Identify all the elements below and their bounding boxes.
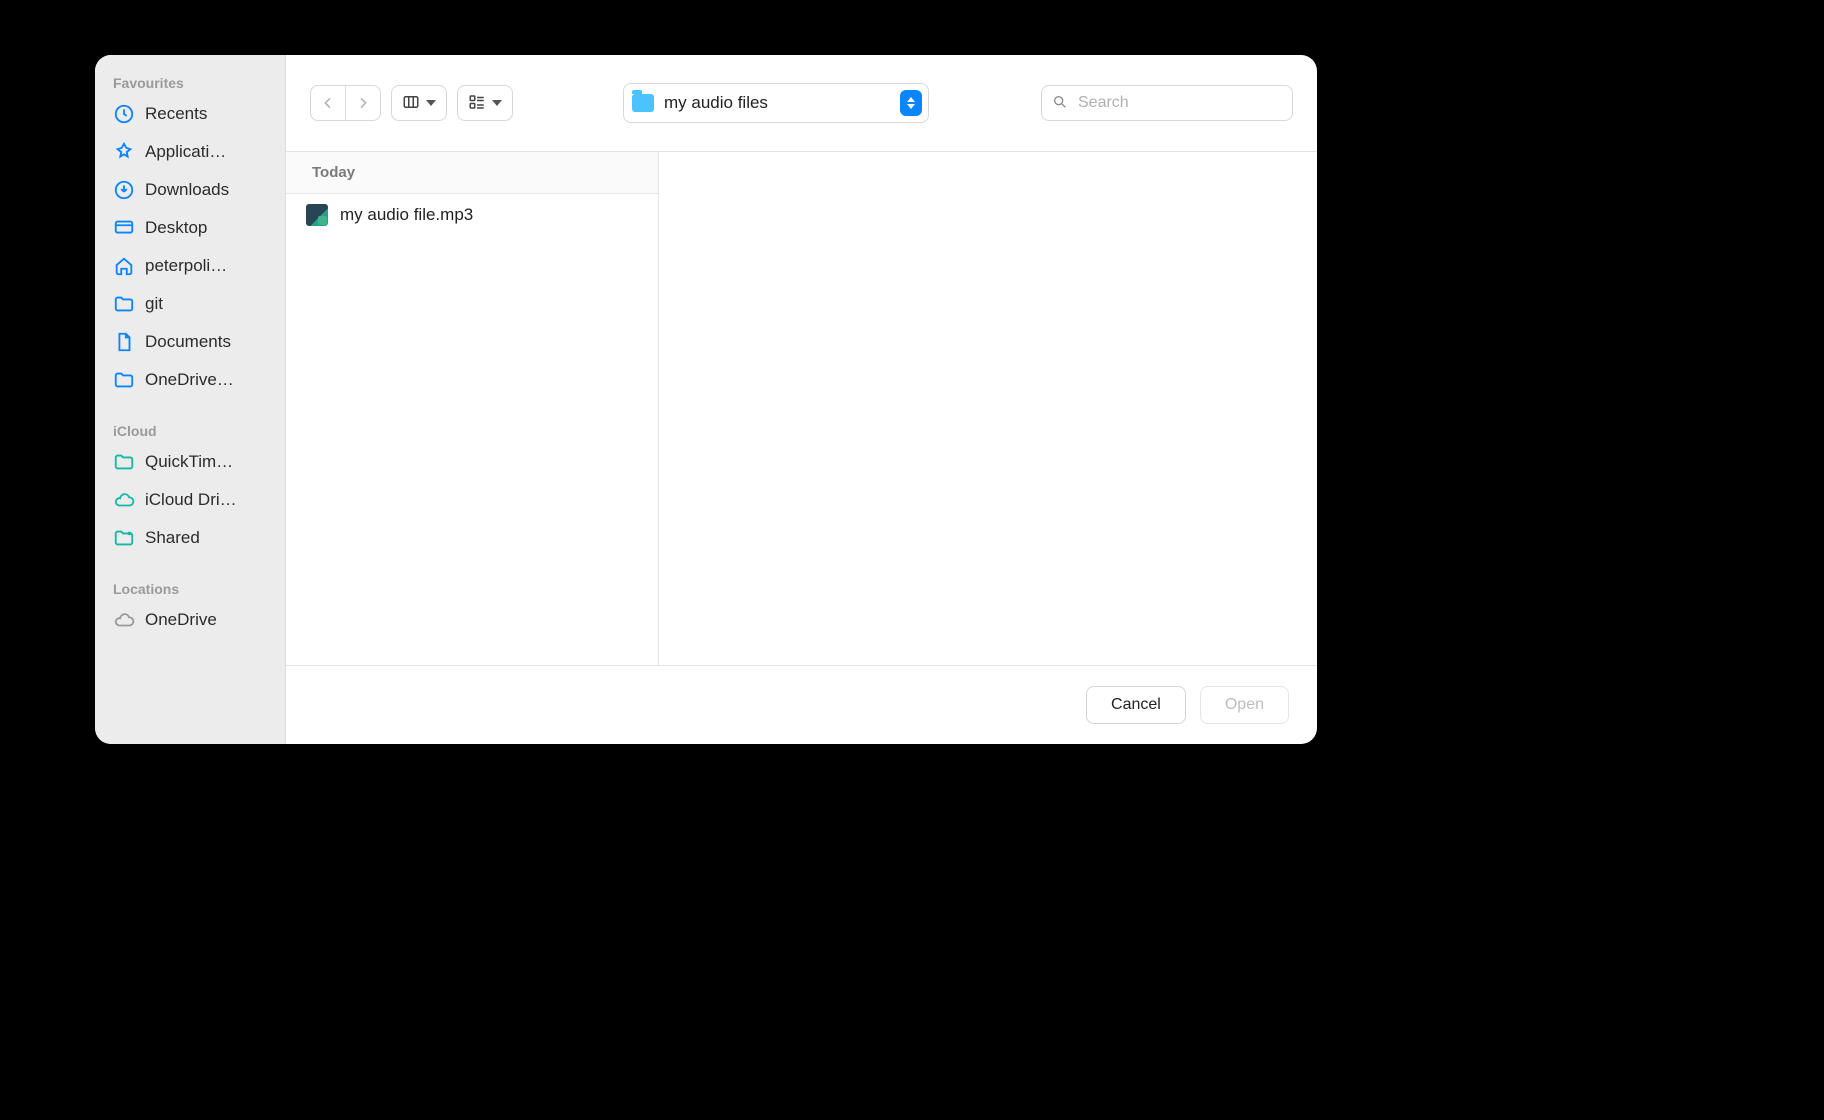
cloud-icon (113, 489, 135, 511)
sidebar-item-quicktime[interactable]: QuickTim… (95, 443, 285, 481)
toolbar: my audio files (286, 55, 1317, 152)
sidebar-item-label: git (145, 294, 163, 314)
sidebar-item-git[interactable]: git (95, 285, 285, 323)
folder-icon (632, 94, 654, 112)
sidebar-item-label: OneDrive (145, 610, 217, 630)
sidebar-item-documents[interactable]: Documents (95, 323, 285, 361)
search-icon (1052, 94, 1068, 113)
shared-folder-icon (113, 527, 135, 549)
download-icon (113, 179, 135, 201)
path-stepper-icon (900, 90, 922, 116)
dialog-footer: Cancel Open (286, 666, 1317, 744)
sidebar-item-label: OneDrive… (145, 370, 234, 390)
current-folder-label: my audio files (664, 93, 890, 113)
sidebar-item-desktop[interactable]: Desktop (95, 209, 285, 247)
search-field[interactable] (1041, 85, 1293, 121)
sidebar-item-label: Recents (145, 104, 207, 124)
column-group-header: Today (286, 152, 658, 194)
back-button[interactable] (311, 86, 345, 120)
cancel-button[interactable]: Cancel (1086, 686, 1186, 724)
file-name: my audio file.mp3 (340, 205, 473, 225)
sidebar-item-onedrive-location[interactable]: OneDrive (95, 601, 285, 639)
sidebar-item-downloads[interactable]: Downloads (95, 171, 285, 209)
sidebar-item-label: Desktop (145, 218, 207, 238)
sidebar-item-label: Applicati… (145, 142, 226, 162)
forward-button[interactable] (345, 86, 380, 120)
sidebar-item-applications[interactable]: Applicati… (95, 133, 285, 171)
group-icon (468, 93, 486, 114)
column-view: Today my audio file.mp3 (286, 152, 1317, 666)
cancel-button-label: Cancel (1111, 696, 1161, 714)
cloud-icon (113, 609, 135, 631)
preview-column (659, 152, 1317, 665)
file-row[interactable]: my audio file.mp3 (286, 194, 658, 236)
sidebar-item-label: QuickTim… (145, 452, 233, 472)
folder-icon (113, 293, 135, 315)
sidebar-item-onedrive-folder[interactable]: OneDrive… (95, 361, 285, 399)
sidebar-item-label: peterpoli… (145, 256, 227, 276)
file-open-dialog: Favourites Recents Applicati… Downloads … (95, 55, 1317, 744)
apps-icon (113, 141, 135, 163)
sidebar: Favourites Recents Applicati… Downloads … (95, 55, 286, 744)
sidebar-section-icloud: iCloud (95, 417, 285, 443)
view-columns-button[interactable] (391, 85, 447, 121)
open-button: Open (1200, 686, 1289, 724)
clock-icon (113, 103, 135, 125)
group-by-button[interactable] (457, 85, 513, 121)
sidebar-section-locations: Locations (95, 575, 285, 601)
audio-file-icon (306, 204, 328, 226)
sidebar-item-label: Shared (145, 528, 200, 548)
sidebar-item-label: iCloud Dri… (145, 490, 237, 510)
file-column: Today my audio file.mp3 (286, 152, 659, 665)
document-icon (113, 331, 135, 353)
search-input[interactable] (1076, 93, 1282, 113)
folder-icon (113, 451, 135, 473)
main-area: my audio files Today my audio file.mp3 (286, 55, 1317, 744)
open-button-label: Open (1225, 696, 1264, 714)
folder-path-dropdown[interactable]: my audio files (623, 83, 929, 123)
sidebar-item-label: Documents (145, 332, 231, 352)
columns-icon (402, 93, 420, 114)
folder-icon (113, 369, 135, 391)
sidebar-item-label: Downloads (145, 180, 229, 200)
sidebar-item-shared[interactable]: Shared (95, 519, 285, 557)
sidebar-item-home[interactable]: peterpoli… (95, 247, 285, 285)
sidebar-section-favourites: Favourites (95, 69, 285, 95)
nav-back-forward (310, 85, 381, 121)
home-icon (113, 255, 135, 277)
chevron-down-icon (426, 100, 436, 106)
desktop-icon (113, 217, 135, 239)
sidebar-item-icloud-drive[interactable]: iCloud Dri… (95, 481, 285, 519)
chevron-down-icon (492, 100, 502, 106)
sidebar-item-recents[interactable]: Recents (95, 95, 285, 133)
